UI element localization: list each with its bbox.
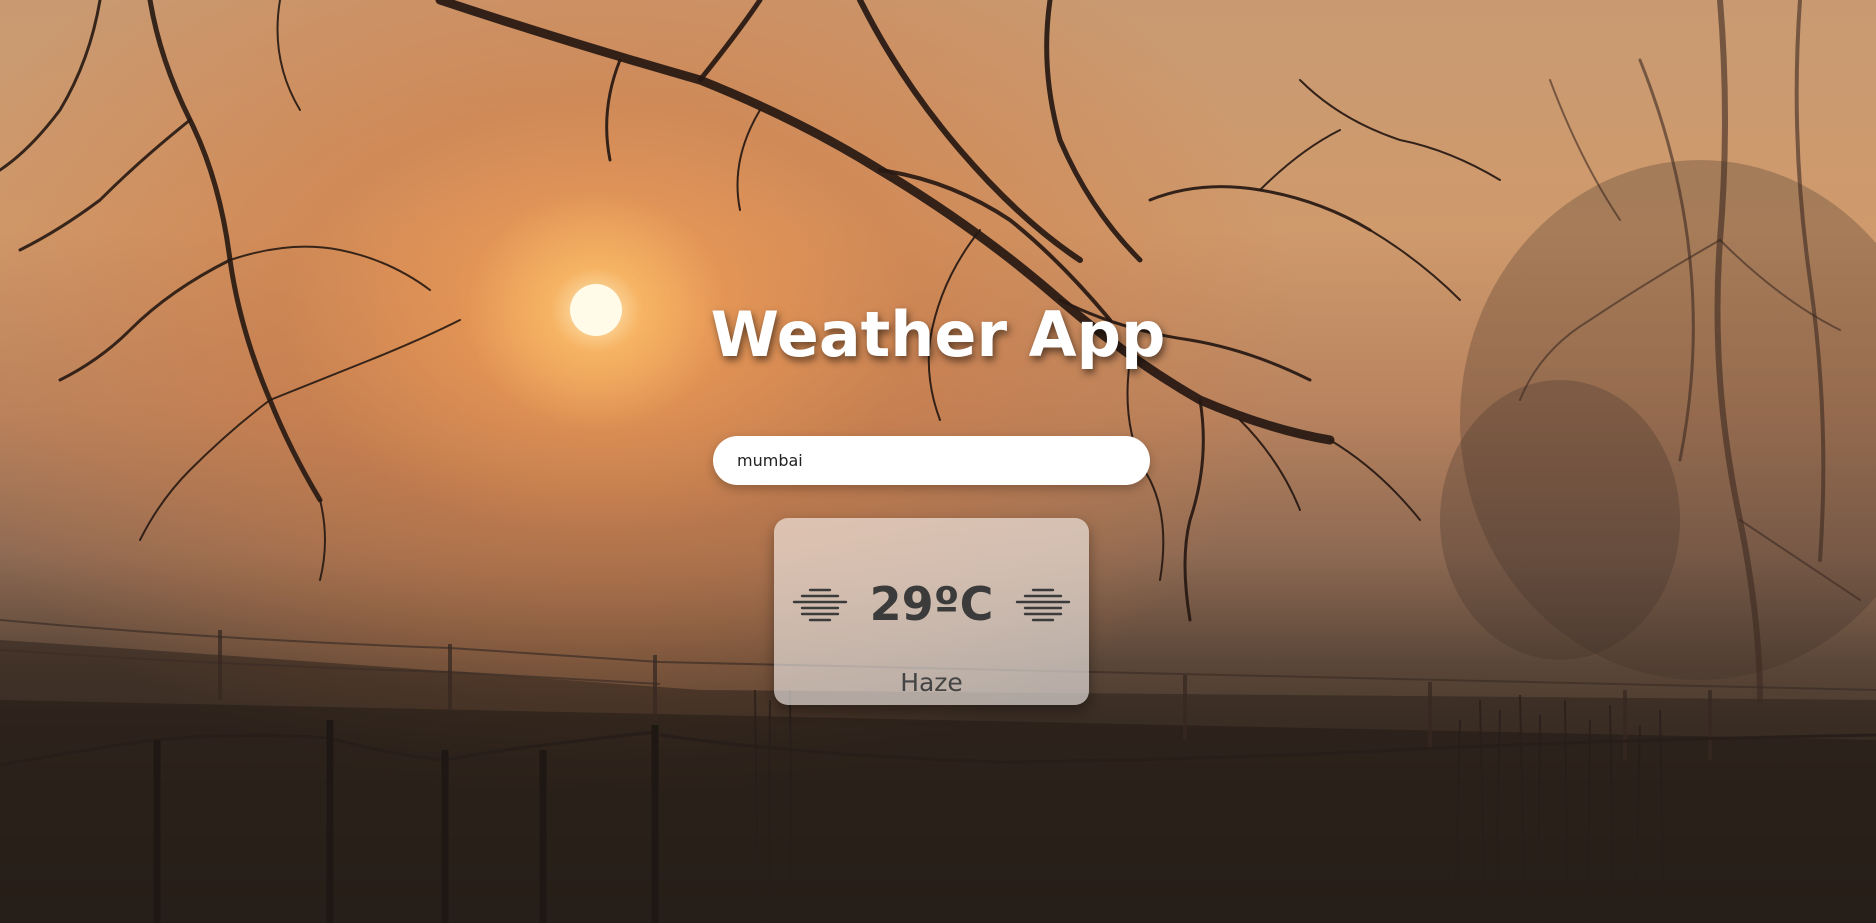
city-search-input[interactable] — [713, 436, 1150, 485]
haze-icon — [1016, 588, 1071, 622]
weather-app: Weather App 29ºC — [0, 0, 1876, 923]
temperature-value: 29ºC — [869, 577, 994, 631]
weather-condition: Haze — [900, 668, 963, 697]
weather-result-card: 29ºC Haze — [774, 518, 1089, 705]
weather-summary-row: 29ºC — [774, 574, 1089, 634]
app-title: Weather App — [710, 298, 1166, 371]
haze-icon — [792, 588, 847, 622]
